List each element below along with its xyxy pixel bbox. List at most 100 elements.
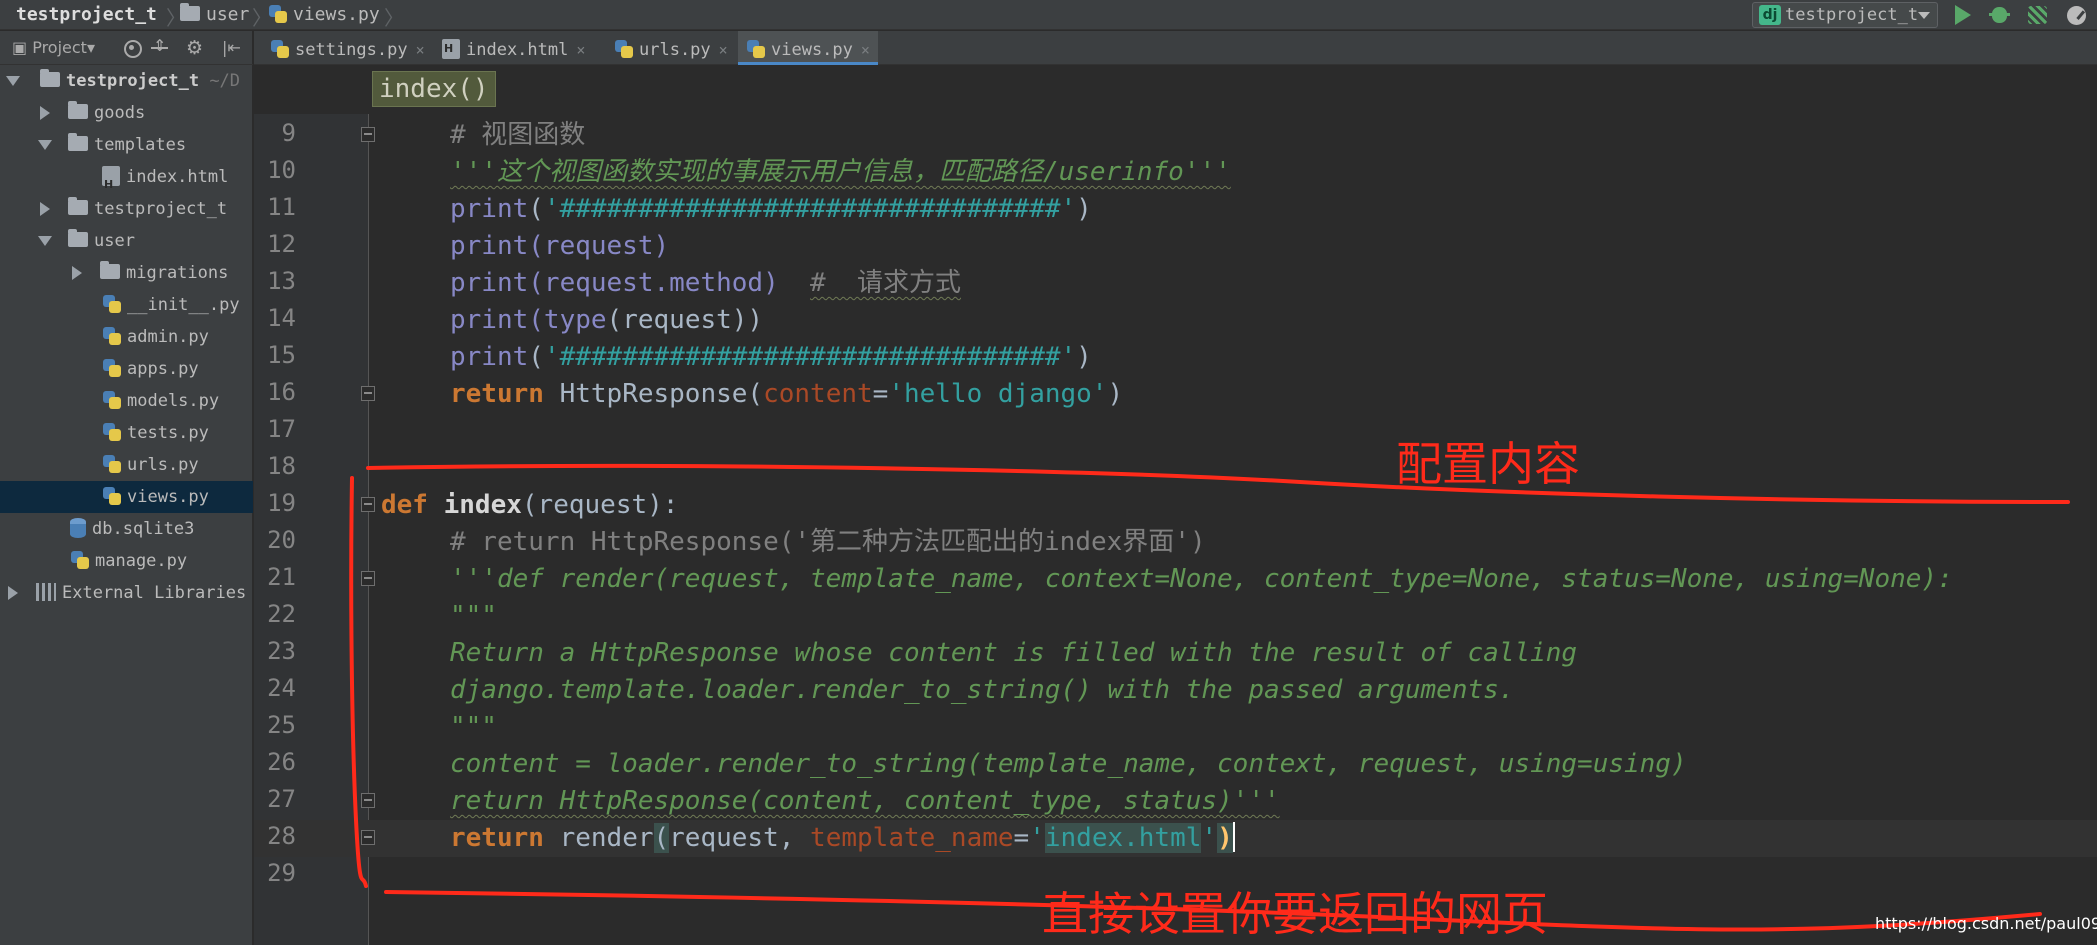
string-token: ' — [1029, 823, 1045, 853]
tree-item-manage-py[interactable]: manage.py — [0, 545, 253, 577]
close-icon[interactable]: × — [861, 41, 870, 59]
hide-panel-icon[interactable]: |⇤ — [222, 38, 242, 58]
close-icon[interactable]: × — [416, 41, 425, 59]
code-line-14[interactable]: 14 print(type(request)) — [254, 302, 2097, 339]
code-token: print( — [450, 305, 544, 335]
code-line-21[interactable]: 21 '''def render(request, template_name,… — [254, 561, 2097, 598]
code-line-25[interactable]: 25 """ — [254, 709, 2097, 746]
gear-icon[interactable]: ⚙ — [186, 38, 206, 58]
line-number: 11 — [267, 193, 296, 221]
project-view-select[interactable]: ▣ Project▾ — [12, 38, 95, 57]
code-line-17[interactable]: 17 — [254, 413, 2097, 450]
tree-item-label: tests.py — [127, 423, 209, 443]
expanded-arrow-icon[interactable] — [38, 236, 52, 246]
tab-index-html[interactable]: index.html × — [434, 31, 593, 65]
breadcrumb-user[interactable]: user — [180, 3, 250, 26]
target-icon[interactable] — [122, 38, 142, 58]
breadcrumb-user-label: user — [206, 4, 250, 25]
tree-item-user[interactable]: user — [0, 225, 253, 257]
tree-item-tests-py[interactable]: tests.py — [0, 417, 253, 449]
breadcrumb-project[interactable]: testproject_t — [16, 4, 157, 26]
tree-item-index-html[interactable]: index.html — [0, 161, 253, 201]
code-line-11[interactable]: 11 print('##############################… — [254, 191, 2097, 228]
fold-icon[interactable] — [361, 497, 375, 512]
line-number: 16 — [267, 378, 296, 406]
code-line-15[interactable]: 15 print('##############################… — [254, 339, 2097, 376]
tree-item-db-sqlite3[interactable]: db.sqlite3 — [0, 513, 253, 545]
fold-icon[interactable] — [361, 793, 375, 808]
tree-item-templates[interactable]: templates — [0, 129, 253, 161]
code-line-24[interactable]: 24 django.template.loader.render_to_stri… — [254, 672, 2097, 709]
tree-item-testproject-root[interactable]: testproject_t ~/D — [0, 65, 253, 97]
breadcrumb-views[interactable]: views.py — [268, 4, 380, 26]
tree-item-models-py[interactable]: models.py — [0, 385, 253, 417]
function-breadcrumb[interactable]: index() — [372, 71, 496, 107]
tree-item-label: models.py — [127, 391, 220, 411]
close-icon[interactable]: × — [576, 41, 585, 59]
code-line-10[interactable]: 10 '''这个视图函数实现的事展示用户信息，匹配路径/userinfo''' — [254, 154, 2097, 191]
close-icon[interactable]: × — [719, 41, 728, 59]
code-line-23[interactable]: 23 Return a HttpResponse whose content i… — [254, 635, 2097, 672]
fold-icon[interactable] — [361, 127, 375, 142]
navigation-bar: testproject_t 〉 user 〉 views.py 〉 dj test… — [0, 0, 2097, 30]
tab-settings-py[interactable]: settings.py × — [262, 31, 433, 65]
tree-item-label: manage.py — [95, 551, 188, 571]
code-line-19[interactable]: 19 def index(request): — [254, 487, 2097, 524]
fold-icon[interactable] — [361, 830, 375, 845]
collapsed-arrow-icon[interactable] — [40, 202, 50, 216]
tree-item-testproject-package[interactable]: testproject_t — [0, 193, 253, 225]
code-line-26[interactable]: 26 content = loader.render_to_string(tem… — [254, 746, 2097, 783]
fold-icon[interactable] — [361, 386, 375, 401]
expanded-arrow-icon[interactable] — [38, 140, 52, 150]
tree-item-urls-py[interactable]: urls.py — [0, 449, 253, 481]
coverage-icon[interactable] — [2025, 3, 2051, 27]
annotation-return-page: 直接设置你要返回的网页 — [1042, 887, 1548, 941]
tree-item-migrations[interactable]: migrations — [0, 257, 253, 289]
code-line-18[interactable]: 18 — [254, 450, 2097, 487]
collapsed-arrow-icon[interactable] — [72, 266, 82, 280]
project-toolbar: ▣ Project▾ ⚙ |⇤ — [0, 31, 253, 65]
tree-item-label: apps.py — [127, 359, 199, 379]
tree-item-label: goods — [94, 103, 146, 123]
python-file-icon — [270, 39, 290, 59]
python-file-icon — [102, 486, 122, 506]
debug-icon[interactable] — [1987, 3, 2013, 27]
tree-item-label: index.html — [126, 167, 229, 187]
html-file-icon — [102, 166, 120, 201]
line-number: 15 — [267, 341, 296, 369]
tree-item-label: migrations — [126, 263, 229, 283]
code-line-28[interactable]: 28 return render(request, template_name=… — [254, 820, 2097, 857]
tree-item-external-libraries[interactable]: External Libraries — [0, 577, 253, 609]
code-editor[interactable]: index() 9 # 视图函数 10 '''这个视图函数实现的事展示用户信息，… — [254, 66, 2097, 945]
tree-item-apps-py[interactable]: apps.py — [0, 353, 253, 385]
code-token: request, — [669, 823, 811, 853]
code-line-20[interactable]: 20 # return HttpResponse('第二种方法匹配出的index… — [254, 524, 2097, 561]
code-line-27[interactable]: 27 return HttpResponse(content, content_… — [254, 783, 2097, 820]
code-text: content = loader.render_to_string(templa… — [450, 749, 1687, 779]
profile-icon[interactable] — [2064, 3, 2090, 27]
run-configuration-select[interactable]: dj testproject_t — [1752, 2, 1938, 28]
collapse-all-icon[interactable] — [150, 36, 170, 58]
code-line-16[interactable]: 16 return HttpResponse(content='hello dj… — [254, 376, 2097, 413]
code-line-12[interactable]: 12 print(request) — [254, 228, 2097, 265]
breadcrumb-views-label: views.py — [293, 4, 380, 25]
tree-item-views-py[interactable]: views.py — [0, 481, 253, 513]
tree-item-init-py[interactable]: __init__.py — [0, 289, 253, 321]
tree-item-label: testproject_t — [66, 71, 200, 91]
django-icon: dj — [1759, 5, 1781, 25]
expanded-arrow-icon[interactable] — [6, 76, 20, 86]
tree-item-goods[interactable]: goods — [0, 97, 253, 129]
code-line-13[interactable]: 13 print(request.method) # 请求方式 — [254, 265, 2097, 302]
tab-views-py[interactable]: views.py × — [738, 31, 878, 65]
tree-item-admin-py[interactable]: admin.py — [0, 321, 253, 353]
collapsed-arrow-icon[interactable] — [40, 106, 50, 120]
code-line-9[interactable]: 9 # 视图函数 — [254, 117, 2097, 154]
line-number: 22 — [267, 600, 296, 628]
keyword-token: return — [450, 379, 544, 409]
tab-urls-py[interactable]: urls.py × — [606, 31, 736, 65]
fold-icon[interactable] — [361, 571, 375, 586]
run-icon[interactable] — [1950, 3, 1976, 27]
code-line-22[interactable]: 22 """ — [254, 598, 2097, 635]
collapsed-arrow-icon[interactable] — [8, 586, 18, 600]
python-file-icon — [746, 39, 766, 59]
